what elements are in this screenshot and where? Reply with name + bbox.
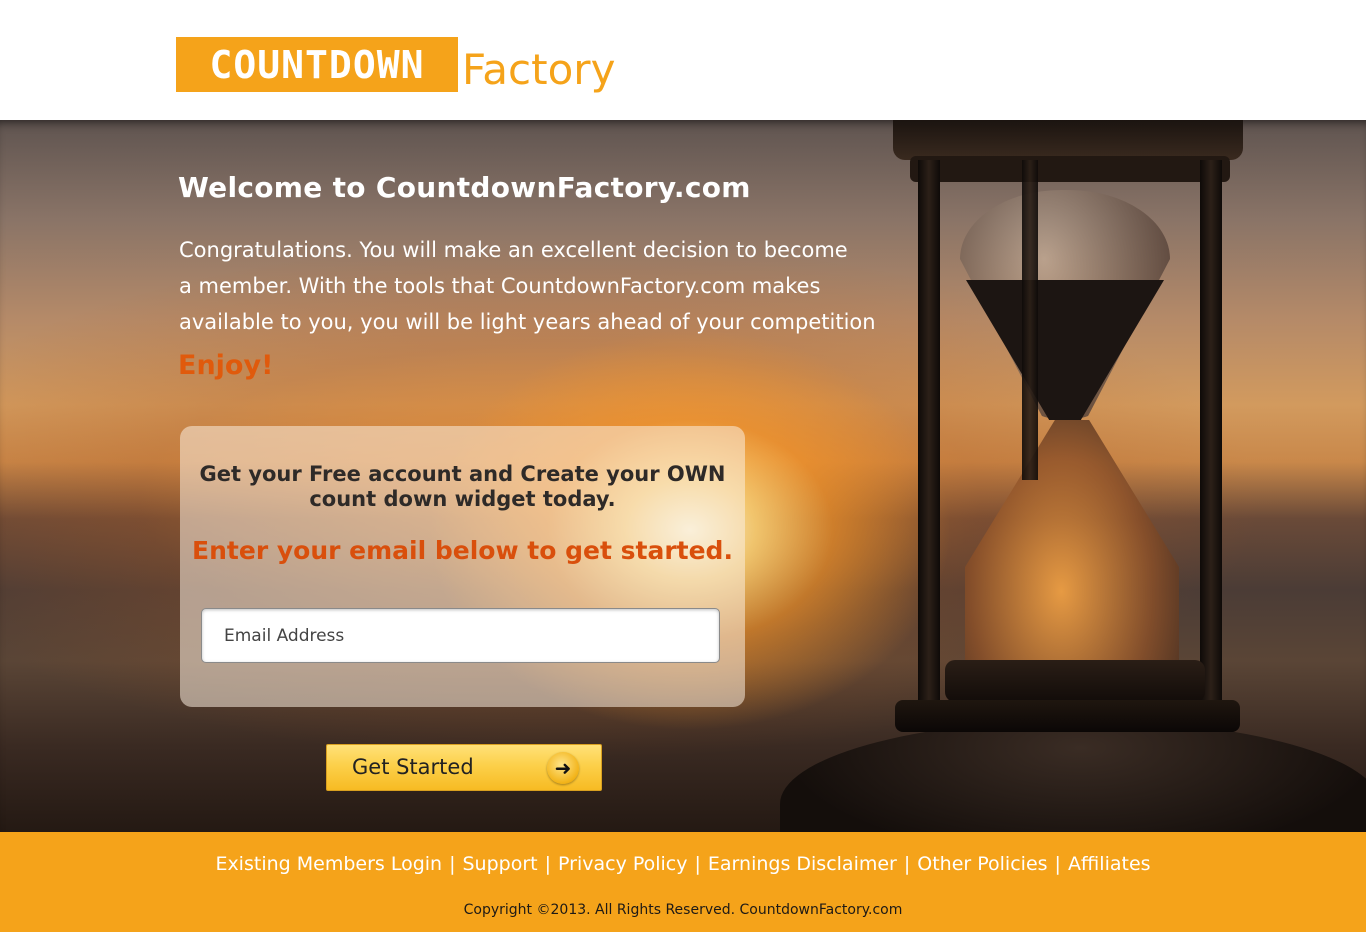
- intro-paragraph: Congratulations. You will make an excell…: [179, 232, 879, 340]
- footer-link-privacy-policy[interactable]: Privacy Policy: [558, 853, 687, 875]
- enjoy-heading: Enjoy!: [178, 350, 274, 381]
- copyright-text: Copyright ©2013. All Rights Reserved. Co…: [463, 902, 903, 918]
- arrow-right-icon: ➜: [547, 752, 579, 784]
- site-header: COUNTDOWN Factory: [0, 0, 1366, 120]
- signup-title: Get your Free account and Create your OW…: [180, 462, 745, 512]
- footer-separator: |: [449, 853, 456, 875]
- hourglass-base: [895, 700, 1240, 732]
- footer-separator: |: [1054, 853, 1061, 875]
- site-footer: Existing Members Login | Support | Privacy P…: [0, 832, 1366, 932]
- logo-countdown-box: COUNTDOWN: [176, 37, 458, 92]
- footer-link-support[interactable]: Support: [463, 853, 538, 875]
- logo-box-text: COUNTDOWN: [209, 42, 425, 87]
- get-started-label: Get Started: [352, 755, 474, 779]
- hourglass-top-ring: [910, 156, 1230, 182]
- signup-title-line1: Get your Free account and Create your OW…: [199, 462, 726, 486]
- hourglass-base-ring: [945, 660, 1205, 702]
- signup-subtitle: Enter your email below to get started.: [192, 536, 733, 565]
- intro-line: a member. With the tools that CountdownF…: [179, 274, 821, 298]
- get-started-button[interactable]: Get Started ➜: [326, 744, 602, 791]
- intro-line: Congratulations. You will make an excell…: [179, 238, 848, 262]
- hourglass-upper-sand: [966, 280, 1164, 420]
- email-input[interactable]: [201, 608, 720, 663]
- footer-link-existing-members-login[interactable]: Existing Members Login: [215, 853, 442, 875]
- hourglass-post-back: [1022, 160, 1038, 480]
- hourglass-post-right: [1200, 160, 1222, 720]
- signup-panel: Get your Free account and Create your OW…: [180, 426, 745, 707]
- logo-word: Factory: [462, 45, 616, 94]
- intro-line: available to you, you will be light year…: [179, 310, 876, 334]
- footer-link-earnings-disclaimer[interactable]: Earnings Disclaimer: [708, 853, 897, 875]
- signup-title-line2: count down widget today.: [309, 487, 616, 511]
- footer-separator: |: [903, 853, 911, 875]
- footer-link-other-policies[interactable]: Other Policies: [917, 853, 1047, 875]
- rock-image: [780, 720, 1366, 832]
- hourglass-top-cap: [893, 120, 1243, 160]
- footer-link-affiliates[interactable]: Affiliates: [1068, 853, 1151, 875]
- welcome-heading: Welcome to CountdownFactory.com: [178, 171, 751, 204]
- footer-separator: |: [544, 853, 552, 875]
- hourglass-lower-bulb: [965, 420, 1179, 665]
- hourglass-post-left: [918, 160, 940, 720]
- footer-links: Existing Members Login | Support | Privacy P…: [0, 853, 1366, 875]
- site-logo[interactable]: COUNTDOWN Factory: [176, 37, 615, 94]
- footer-separator: |: [694, 853, 701, 875]
